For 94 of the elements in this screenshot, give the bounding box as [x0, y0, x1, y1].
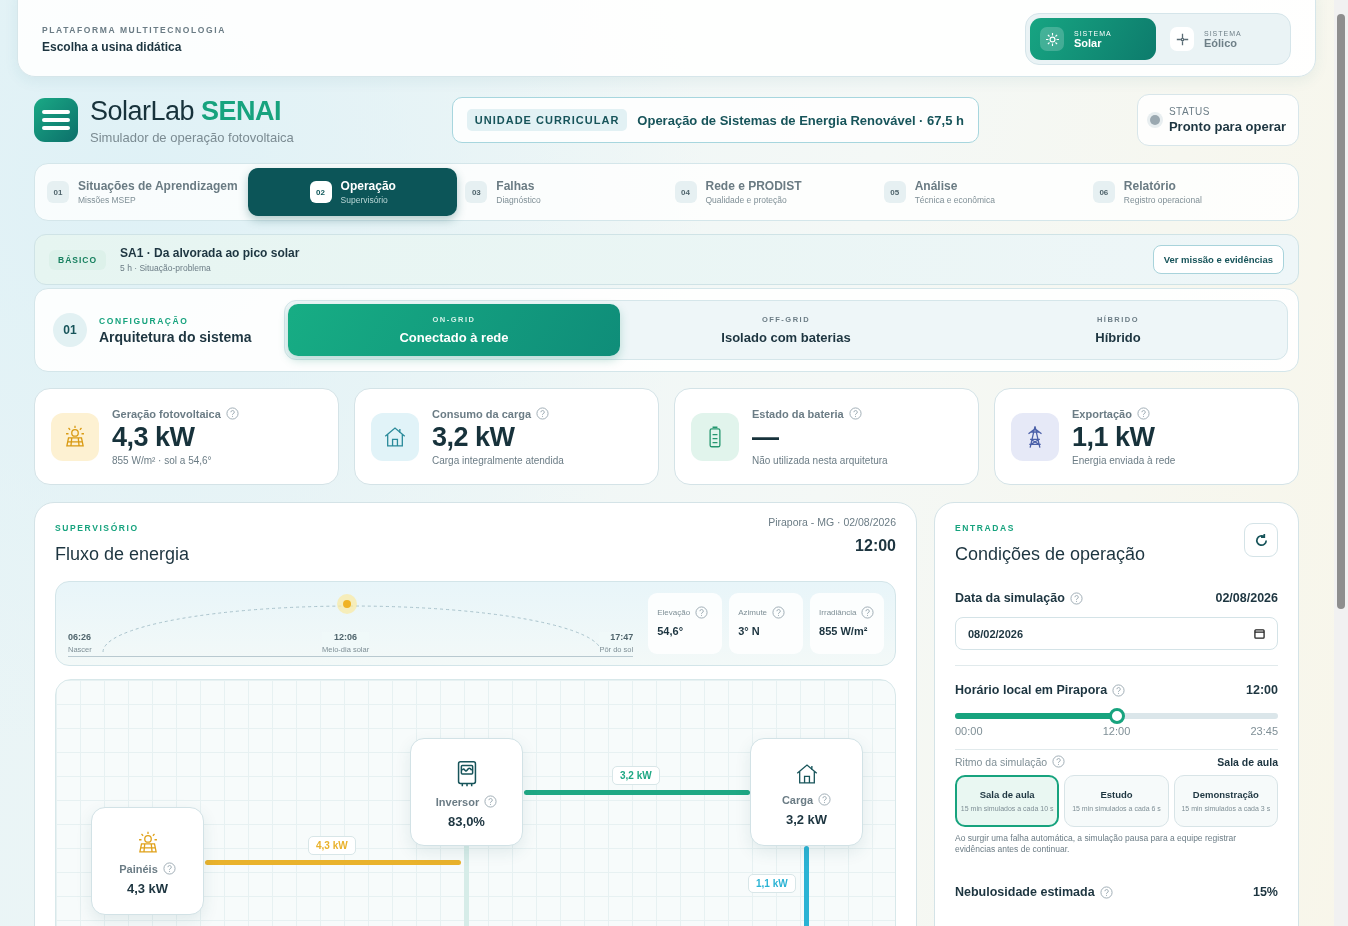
section-label: ENTRADAS — [955, 523, 1017, 533]
metric-note: Energia enviada à rede — [1072, 455, 1176, 466]
help-icon[interactable] — [695, 606, 709, 619]
metric-value: — — [752, 422, 780, 453]
metric-value: 1,1 kW — [1072, 422, 1156, 453]
difficulty-tag: BÁSICO — [49, 249, 107, 270]
sun-stat-value: 54,6° — [657, 625, 685, 637]
step-tab[interactable]: 03 Falhas Diagnóstico — [457, 168, 667, 216]
node-label: Painéis — [119, 862, 158, 875]
section-number: 01 — [53, 313, 87, 347]
flow-value: 4,3 kW — [308, 836, 356, 855]
help-icon[interactable] — [861, 606, 875, 619]
sun-stat-value: 3° N — [738, 625, 761, 637]
fan-icon — [1175, 32, 1189, 46]
app-title: SolarLab SENAI — [90, 95, 283, 127]
flow-value: 3,2 kW — [612, 766, 660, 785]
date-field[interactable]: 08/02/2026 — [955, 617, 1278, 650]
field-value: 02/08/2026 — [1215, 591, 1278, 605]
field-label: Horário local em Pirapora — [955, 683, 1108, 697]
sun-icon — [1045, 32, 1059, 46]
sun-time: 17:47 — [610, 632, 634, 642]
help-icon[interactable] — [536, 407, 550, 420]
help-icon[interactable] — [1099, 885, 1113, 899]
help-icon[interactable] — [772, 606, 786, 619]
unit-tag: UNIDADE CURRICULAR — [466, 109, 628, 131]
sun-stat-label: Irradiância — [819, 608, 857, 617]
step-tab[interactable]: 02 Operação Supervisório — [248, 168, 458, 216]
refresh-icon — [1253, 532, 1269, 548]
field-label: Data da simulação — [955, 591, 1065, 605]
slider-tick-label: 00:00 — [955, 725, 983, 737]
field-label: Ritmo da simulação — [955, 755, 1048, 768]
metric-label: Consumo da carga — [432, 407, 532, 420]
refresh-button[interactable] — [1244, 523, 1278, 557]
metric-value: 3,2 kW — [432, 422, 516, 453]
metric-note: Não utilizada nesta arquitetura — [752, 455, 888, 466]
field-value: 15% — [1252, 885, 1278, 900]
sun-stat-value: 855 W/m² — [819, 625, 869, 637]
clock-time: 12:00 — [855, 537, 896, 555]
time-slider[interactable] — [955, 708, 1278, 724]
metric-label: Geração fotovoltaica — [112, 407, 221, 420]
slider-tick-label: 12:00 — [1102, 725, 1131, 737]
platform-label: PLATAFORMA MULTITECNOLOGIA — [42, 25, 226, 35]
slider-tick-label: 23:45 — [1250, 725, 1278, 737]
section-label: SUPERVISÓRIO — [55, 523, 140, 533]
field-value: Sala de aula — [1217, 755, 1278, 768]
sun-time: 06:26 — [68, 632, 92, 642]
sun-time: 12:06 — [334, 632, 358, 642]
sun-stat-label: Elevação — [657, 608, 691, 617]
help-icon[interactable] — [818, 793, 832, 806]
metric-note: Carga integralmente atendida — [432, 455, 564, 466]
app-logo-icon — [34, 98, 78, 142]
section-label: CONFIGURAÇÃO — [99, 315, 190, 326]
scrollbar[interactable] — [1334, 0, 1348, 926]
help-icon[interactable] — [1136, 407, 1150, 420]
step-tab[interactable]: 06 Relatório Registro operacional — [1084, 168, 1294, 216]
help-icon[interactable] — [225, 407, 239, 420]
section-title: Fluxo de energia — [55, 544, 190, 565]
calendar-icon — [1254, 628, 1265, 639]
flow-value: 1,1 kW — [748, 874, 796, 893]
status-label: STATUS — [1168, 106, 1211, 117]
step-tab[interactable]: 05 Análise Técnica e econômica — [875, 168, 1085, 216]
help-icon[interactable] — [1069, 591, 1083, 605]
sun-stat-label: Azimute — [738, 608, 768, 617]
step-tab[interactable]: 01 Situações de Aprendizagem Missões MSEP — [39, 168, 249, 216]
help-icon[interactable] — [1112, 683, 1126, 697]
metric-value: 4,3 kW — [112, 422, 196, 453]
field-value: 12:00 — [1246, 683, 1278, 697]
mission-button[interactable]: Ver missão e evidências — [1152, 245, 1284, 274]
metric-label: Exportação — [1072, 407, 1132, 420]
section-title: Condições de operação — [955, 544, 1146, 565]
unit-name: Operação de Sistemas de Energia Renovável · 67,5 h — [637, 112, 964, 128]
metric-note: 855 W/m² · sol a 54,6° — [112, 455, 213, 466]
section-title: Arquitetura do sistema — [99, 328, 252, 345]
status-dot — [1149, 115, 1160, 125]
help-icon[interactable] — [484, 795, 498, 808]
node-value: 3,2 kW — [785, 812, 828, 827]
node-value: 4,3 kW — [126, 881, 169, 896]
help-icon[interactable] — [162, 862, 176, 875]
node-value: 83,0% — [448, 814, 485, 829]
node-label: Inversor — [435, 795, 480, 808]
slider-thumb[interactable] — [1108, 708, 1125, 724]
field-label: Nebulosidade estimada — [955, 885, 1095, 900]
app-subtitle: Simulador de operação fotovoltaica — [90, 129, 294, 145]
mission-title: SA1 · Da alvorada ao pico solar — [120, 246, 300, 260]
location-date: Pirapora - MG · 02/08/2026 — [768, 516, 896, 528]
step-tab[interactable]: 04 Rede e PRODIST Qualidade e proteção — [666, 168, 876, 216]
mission-meta: 5 h · Situação-problema — [120, 263, 212, 273]
help-icon[interactable] — [848, 407, 862, 420]
node-label: Carga — [781, 793, 814, 806]
help-icon[interactable] — [1052, 755, 1066, 768]
pace-note: Ao surgir uma falha automática, a simulação pausa para a equipe registrar evidências antes de continuar. — [955, 833, 1238, 856]
status-text: Pronto para operar — [1168, 119, 1286, 134]
metric-label: Estado da bateria — [752, 407, 844, 420]
platform-title: Escolha a usina didática — [42, 40, 183, 54]
